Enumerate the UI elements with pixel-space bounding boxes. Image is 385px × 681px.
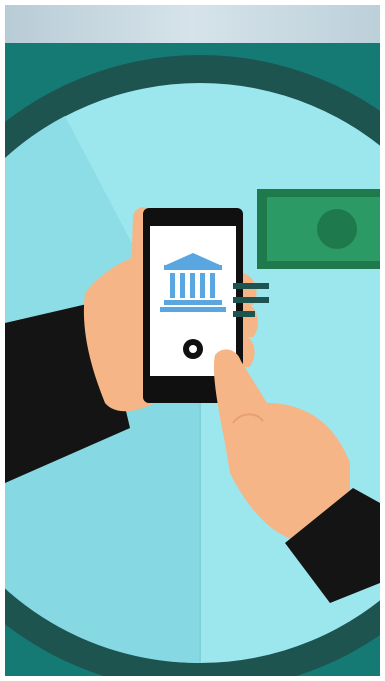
image-frame — [0, 0, 385, 681]
top-banner-strip — [5, 5, 380, 43]
mobile-banking-illustration — [5, 43, 380, 676]
banknote-icon — [257, 189, 380, 269]
home-button-icon — [183, 339, 203, 359]
